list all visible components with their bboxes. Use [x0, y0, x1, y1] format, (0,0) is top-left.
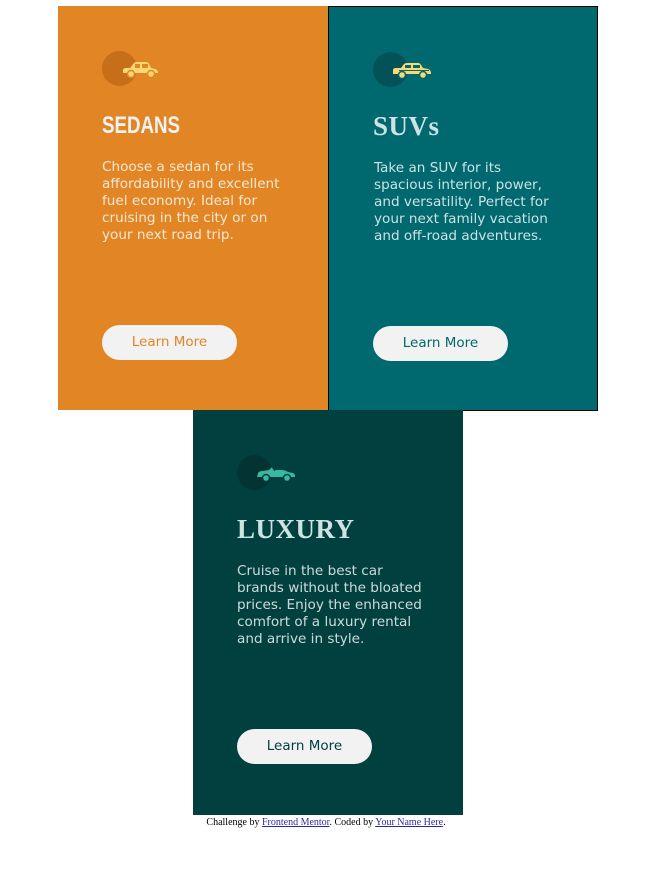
learn-more-button[interactable]: Learn More	[237, 729, 372, 764]
attribution: Challenge by Frontend Mentor. Coded by Y…	[0, 817, 652, 828]
sedan-car-icon	[102, 51, 162, 89]
card-sedans: SEDANS Choose a sedan for its affordabil…	[58, 6, 328, 410]
attribution-suffix: .	[443, 817, 446, 828]
card-title: SUVs	[373, 111, 440, 141]
learn-more-button[interactable]: Learn More	[102, 325, 237, 360]
learn-more-button[interactable]: Learn More	[373, 326, 508, 361]
card-luxury: LUXURY Cruise in the best car brands wit…	[193, 410, 463, 815]
card-description: Take an SUV for its spacious interior, p…	[374, 160, 549, 244]
card-title: SEDANS	[102, 112, 181, 139]
author-link[interactable]: Your Name Here	[375, 817, 443, 828]
card-title: LUXURY	[237, 514, 355, 544]
card-description: Choose a sedan for its affordability and…	[102, 159, 280, 243]
card-description: Cruise in the best car brands without th…	[237, 563, 422, 647]
attribution-prefix: Challenge by	[206, 817, 262, 828]
card-suvs: SUVs Take an SUV for its spacious interi…	[328, 6, 598, 411]
suv-car-icon	[373, 52, 433, 90]
luxury-car-icon	[237, 455, 297, 493]
frontend-mentor-link[interactable]: Frontend Mentor	[262, 817, 330, 828]
attribution-middle: . Coded by	[329, 817, 376, 828]
